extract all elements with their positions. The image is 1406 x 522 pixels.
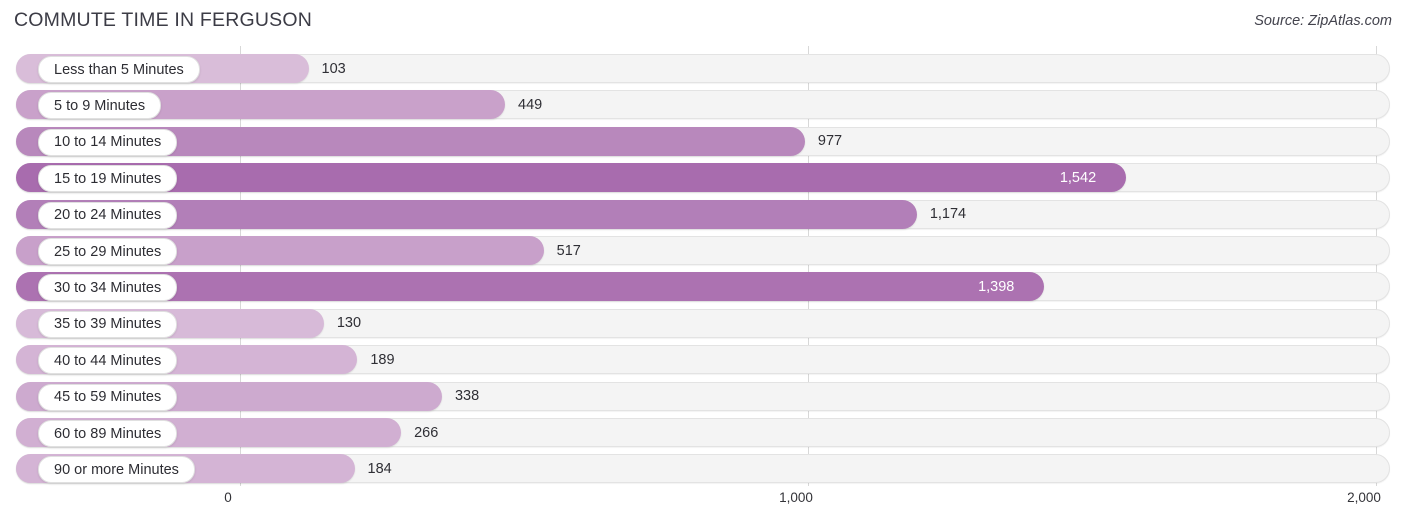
- bar-row[interactable]: 60 to 89 Minutes 266: [16, 418, 1390, 447]
- bar-value-label: 1,174: [929, 206, 967, 223]
- bar-row[interactable]: 15 to 19 Minutes 1,542: [16, 163, 1390, 193]
- bar-category-label: 40 to 44 Minutes: [38, 347, 178, 375]
- bar-category-label: 10 to 14 Minutes: [38, 128, 178, 156]
- bar-row[interactable]: 90 or more Minutes 184: [16, 454, 1390, 484]
- bar-value-label: 449: [518, 96, 543, 113]
- bar[interactable]: [16, 163, 1126, 193]
- x-axis: 0 1,000 2,000: [0, 486, 1406, 522]
- bar-row[interactable]: 10 to 14 Minutes 977: [16, 126, 1390, 156]
- bar-category-label: 20 to 24 Minutes: [38, 201, 178, 229]
- bar-category-label: Less than 5 Minutes: [38, 56, 200, 83]
- bar-row[interactable]: 5 to 9 Minutes 449: [16, 90, 1390, 120]
- bar-category-label: 35 to 39 Minutes: [38, 310, 178, 338]
- bar-value-label: 1,542: [1059, 169, 1097, 186]
- bar-category-label: 25 to 29 Minutes: [38, 238, 178, 265]
- bar-value-label: 103: [321, 60, 346, 77]
- bar-category-label: 30 to 34 Minutes: [38, 274, 178, 302]
- source-attribution: Source: ZipAtlas.com: [1254, 13, 1392, 29]
- bar-category-label: 60 to 89 Minutes: [38, 420, 178, 447]
- bar-value-label: 266: [414, 424, 439, 441]
- x-axis-tick-label: 0: [224, 490, 232, 505]
- bar-row[interactable]: 30 to 34 Minutes 1,398: [16, 272, 1390, 302]
- bar-value-label: 189: [370, 351, 395, 368]
- bar-category-label: 5 to 9 Minutes: [38, 92, 162, 120]
- bar-row[interactable]: Less than 5 Minutes 103: [16, 54, 1390, 83]
- bar-value-label: 1,398: [978, 278, 1015, 295]
- x-axis-tick-label: 2,000: [1347, 490, 1381, 505]
- bar-row[interactable]: 35 to 39 Minutes 130: [16, 308, 1390, 338]
- bar-value-label: 338: [454, 388, 480, 405]
- bar-value-label: 130: [336, 315, 362, 332]
- bar-row[interactable]: 20 to 24 Minutes 1,174: [16, 199, 1390, 229]
- bar-category-label: 90 or more Minutes: [38, 456, 195, 484]
- bar-value-label: 184: [367, 460, 392, 477]
- bar-category-label: 15 to 19 Minutes: [38, 165, 178, 193]
- bar-row[interactable]: 25 to 29 Minutes 517: [16, 236, 1390, 265]
- bar-row[interactable]: 45 to 59 Minutes 338: [16, 381, 1390, 411]
- page-title: COMMUTE TIME IN FERGUSON: [14, 9, 313, 31]
- bar-value-label: 517: [556, 242, 581, 259]
- bar-value-label: 977: [817, 133, 843, 150]
- bar-category-label: 45 to 59 Minutes: [38, 383, 178, 411]
- plot-area: Less than 5 Minutes 103 5 to 9 Minutes 449 1…: [0, 46, 1406, 486]
- commute-time-chart: COMMUTE TIME IN FERGUSON Source: ZipAtla…: [0, 0, 1406, 522]
- bar-row[interactable]: 40 to 44 Minutes 189: [16, 345, 1390, 375]
- x-axis-tick-label: 1,000: [779, 490, 813, 505]
